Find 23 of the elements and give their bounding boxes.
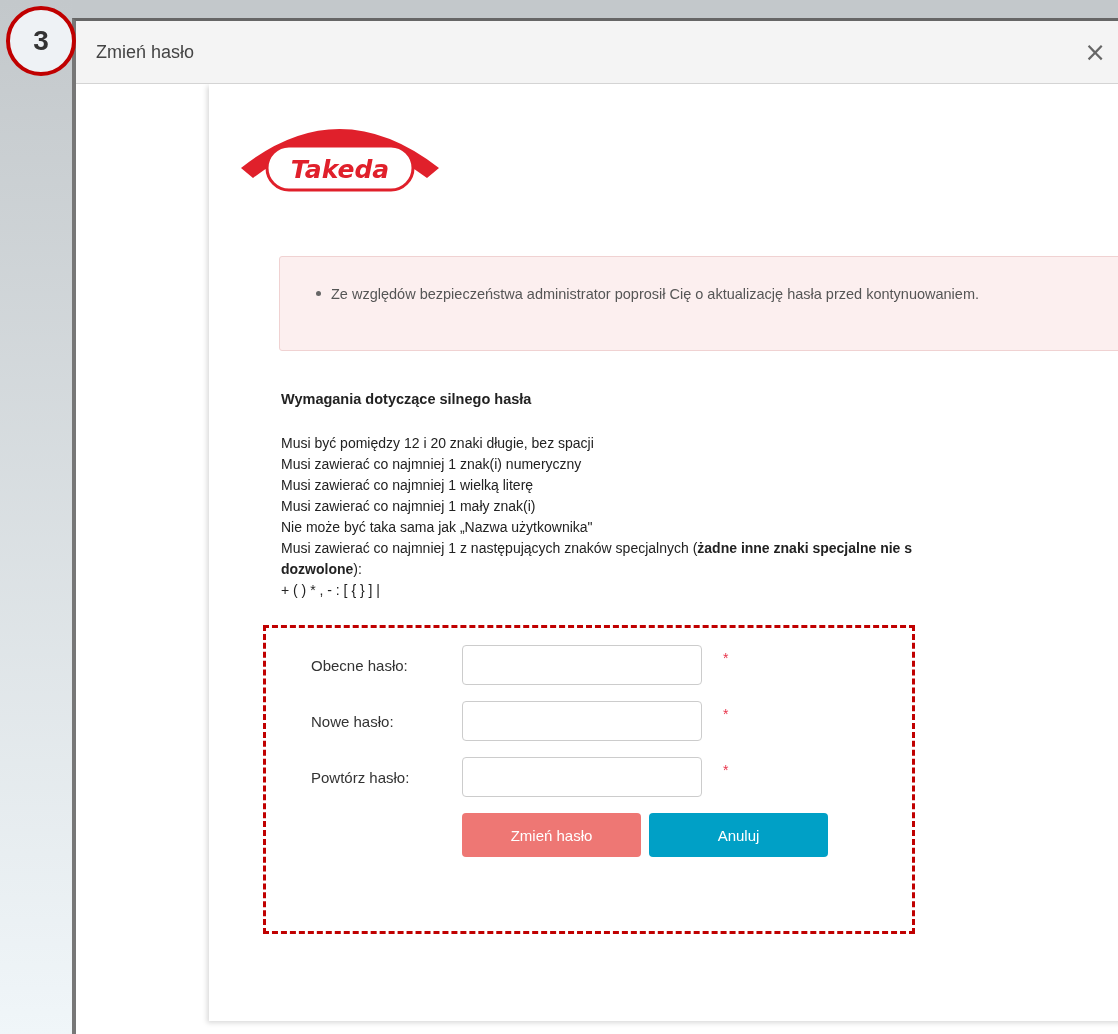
- field-label: Nowe hasło:: [311, 712, 395, 730]
- requirement-text: Musi zawierać co najmniej 1 z następujących znaków specjalnych (żadne inne znaki specjalne nie s: [281, 539, 913, 558]
- requirement-text: Musi być pomiędzy 12 i 20 znaki długie, bez spacji: [281, 434, 594, 453]
- alert-message: Ze względów bezpieczeństwa administrator poprosił Cię o aktualizację hasła przed kontynuowaniem.: [331, 285, 980, 304]
- requirement-text: Musi zawierać co najmniej 1 znak(i) numeryczny: [281, 455, 582, 474]
- requirement-text: Nie może być taka sama jak „Nazwa użytkownika": [281, 518, 593, 537]
- change-password-button[interactable]: Zmień hasło: [462, 813, 641, 857]
- requirement-text: + ( ) * , - : [ { } ] |: [281, 581, 380, 600]
- password-field[interactable]: [462, 645, 702, 685]
- requirements-heading: Wymagania dotyczące silnego hasła: [281, 391, 533, 407]
- field-label: Powtórz hasło:: [311, 768, 411, 786]
- close-button[interactable]: ×: [1080, 39, 1110, 65]
- required-mark: *: [723, 762, 729, 778]
- password-field[interactable]: [462, 701, 702, 741]
- requirement-text: dozwolone):: [281, 560, 362, 579]
- dialog-title: Zmień hasło: [96, 41, 195, 63]
- requirement-text: Musi zawierać co najmniej 1 wielką literę: [281, 476, 534, 495]
- cancel-button[interactable]: Anuluj: [649, 813, 828, 857]
- required-mark: *: [723, 706, 729, 722]
- password-field[interactable]: [462, 757, 702, 797]
- field-label: Obecne hasło:: [311, 656, 409, 674]
- requirement-text: Musi zawierać co najmniej 1 mały znak(i): [281, 497, 536, 516]
- required-mark: *: [723, 650, 729, 666]
